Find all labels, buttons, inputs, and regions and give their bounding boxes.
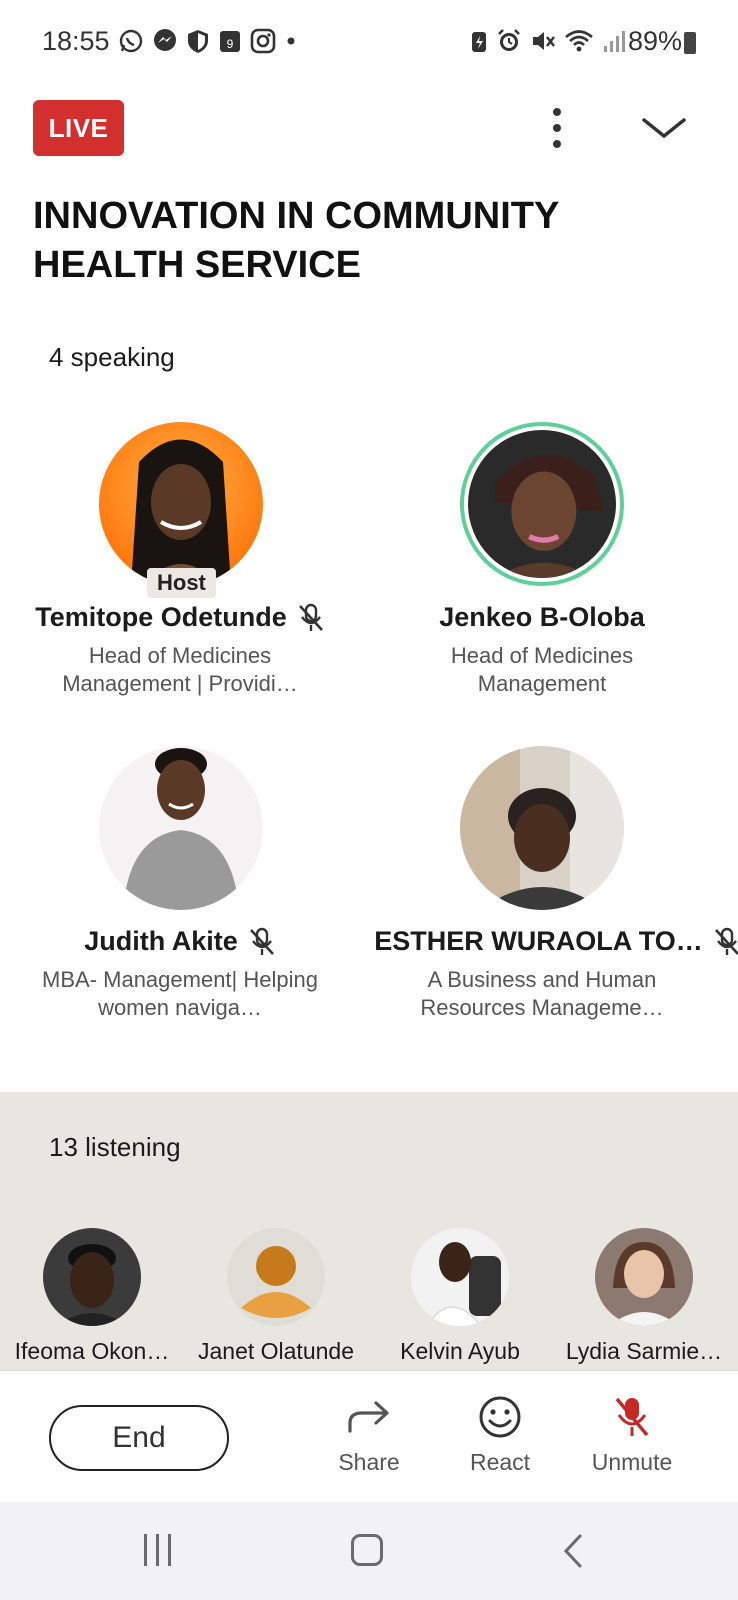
- avatar: [595, 1228, 693, 1326]
- speaker-headline: MBA- Management| Helping women naviga…: [42, 967, 318, 1020]
- mute-icon: [533, 32, 555, 50]
- speaker-card[interactable]: Judith Akite MBA- Management| Helping wo…: [0, 746, 360, 1036]
- speaker-card[interactable]: Host Temitope Odetunde Head of Medicines…: [0, 422, 360, 712]
- avatar: [43, 1228, 141, 1326]
- listener-name: Lydia Sarmie…: [565, 1338, 723, 1364]
- avatar: [99, 746, 263, 910]
- avatar: [411, 1228, 509, 1326]
- mic-muted-icon: [615, 1397, 649, 1437]
- listener-item[interactable]: Lydia Sarmie…: [552, 1228, 736, 1365]
- svg-text:9: 9: [227, 37, 234, 51]
- react-label: React: [469, 1449, 531, 1475]
- speaking-count: 4 speaking: [49, 342, 175, 372]
- speaker-card[interactable]: Jenkeo B-Oloba Head of Medicines Managem…: [362, 422, 722, 712]
- speaker-name-row: ESTHER WURAOLA TO…: [370, 926, 738, 957]
- speaker-headline: Head of Medicines Management: [450, 643, 634, 696]
- share-button[interactable]: Share: [309, 1391, 429, 1476]
- avatar: [460, 746, 624, 910]
- speaker-name-row: Jenkeo B-Oloba: [362, 602, 722, 633]
- speaker-name: ESTHER WURAOLA TO…: [374, 926, 703, 956]
- battery-percent: 89%: [627, 26, 682, 56]
- listener-name: Kelvin Ayub: [400, 1338, 520, 1364]
- mic-muted-icon: [714, 927, 738, 955]
- unmute-label: Unmute: [591, 1449, 673, 1475]
- avatar: [99, 422, 263, 586]
- battery-icon: [684, 32, 696, 54]
- system-nav-bar: [0, 1502, 738, 1600]
- avatar: [460, 422, 624, 586]
- listening-count: 13 listening: [49, 1132, 181, 1162]
- recents-icon[interactable]: [144, 1534, 171, 1566]
- instagram-icon: [250, 28, 276, 54]
- messenger-icon: [154, 29, 176, 51]
- speaker-name-row: Judith Akite: [0, 926, 360, 957]
- more-options-button[interactable]: [540, 104, 574, 152]
- wifi-icon: [565, 30, 593, 52]
- shield-icon: [188, 30, 208, 53]
- share-label: Share: [338, 1449, 400, 1475]
- speaker-name: Temitope Odetunde: [35, 602, 287, 632]
- system-icons: [470, 28, 626, 54]
- status-time: 18:55: [42, 26, 110, 56]
- speaker-headline: A Business and Human Resources Manageme…: [420, 967, 664, 1020]
- listener-name: Ifeoma Okon…: [14, 1338, 170, 1364]
- back-icon[interactable]: [562, 1534, 584, 1568]
- listener-name: Janet Olatunde: [197, 1338, 354, 1364]
- listener-item[interactable]: Ifeoma Okon…: [0, 1228, 184, 1365]
- dot-icon: [287, 37, 295, 45]
- whatsapp-icon: [119, 29, 143, 53]
- event-title: INNOVATION IN COMMUNITY HEALTH SERVICE: [33, 195, 559, 286]
- mic-muted-icon: [298, 603, 323, 631]
- listener-item[interactable]: Janet Olatunde: [184, 1228, 368, 1365]
- speaker-name: Jenkeo B-Oloba: [439, 602, 645, 632]
- host-badge: Host: [147, 568, 216, 598]
- live-badge: LIVE: [33, 100, 124, 156]
- notification-icons: 9: [118, 28, 298, 54]
- mic-muted-icon: [249, 927, 274, 955]
- react-button[interactable]: React: [440, 1391, 560, 1476]
- speaker-name-row: Temitope Odetunde: [0, 602, 360, 633]
- end-button[interactable]: End: [49, 1405, 229, 1471]
- smiley-icon: [479, 1396, 521, 1438]
- speaker-name: Judith Akite: [84, 926, 238, 956]
- status-bar: 18:55 9 89%: [0, 0, 738, 86]
- alarm-icon: [498, 29, 520, 51]
- default-avatar-icon: [227, 1228, 325, 1326]
- unmute-button[interactable]: Unmute: [572, 1391, 692, 1476]
- share-icon: [348, 1401, 389, 1433]
- collapse-chevron-icon[interactable]: [640, 110, 688, 146]
- calendar-icon: 9: [220, 31, 240, 52]
- speaker-card[interactable]: ESTHER WURAOLA TO… A Business and Human …: [362, 746, 738, 1036]
- battery-saver-icon: [472, 32, 486, 52]
- listener-item[interactable]: Kelvin Ayub: [368, 1228, 552, 1365]
- signal-icon: [604, 31, 625, 52]
- action-bar: End Share React Unmute: [0, 1370, 738, 1502]
- speaker-headline: Head of Medicines Management | Providi…: [62, 643, 298, 696]
- home-icon[interactable]: [351, 1534, 383, 1566]
